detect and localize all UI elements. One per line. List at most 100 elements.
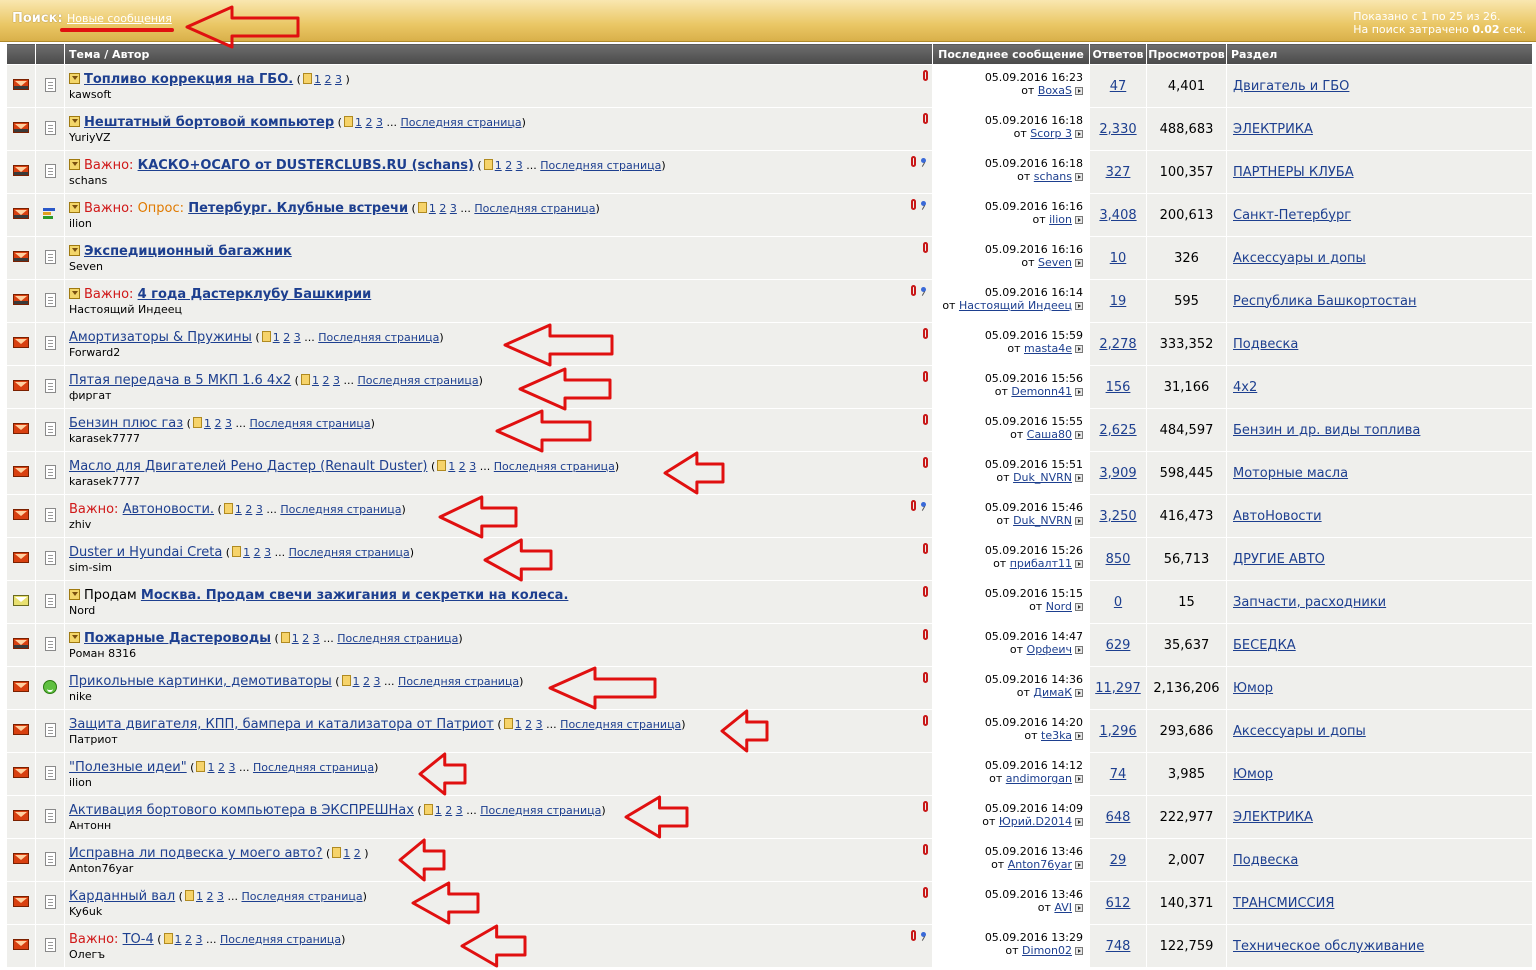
page-number-link[interactable]: 1 [435,804,442,817]
forum-link[interactable]: Техническое обслуживание [1233,939,1424,954]
topic-author[interactable]: karasek7777 [69,432,928,445]
last-poster-link[interactable]: Duk_NVRN [1013,471,1072,484]
topic-title-link[interactable]: ТО-4 [123,932,154,947]
topic-author[interactable]: Роман 8316 [69,647,928,660]
topic-title-link[interactable]: Амортизаторы & Пружины [69,330,252,345]
topic-author[interactable]: sim-sim [69,561,928,574]
replies-link[interactable]: 748 [1106,939,1131,954]
topic-title-link[interactable]: Пожарные Дастероводы [84,631,271,646]
subscribed-checkbox-icon[interactable] [69,116,80,127]
page-number-link[interactable]: 3 [469,460,476,473]
replies-link[interactable]: 1,296 [1099,724,1136,739]
last-page-link[interactable]: Последняя страница [280,503,401,516]
page-number-link[interactable]: 2 [445,804,452,817]
page-number-link[interactable]: 2 [354,847,361,860]
subscribed-checkbox-icon[interactable] [69,288,80,299]
page-number-link[interactable]: 2 [214,417,221,430]
page-number-link[interactable]: 1 [204,417,211,430]
page-number-link[interactable]: 3 [264,546,271,559]
go-to-last-post-icon[interactable] [1075,173,1083,181]
page-number-link[interactable]: 2 [218,761,225,774]
last-poster-link[interactable]: ДимаК [1033,686,1072,699]
page-number-link[interactable]: 2 [302,632,309,645]
replies-link[interactable]: 10 [1110,251,1127,266]
page-number-link[interactable]: 1 [312,374,319,387]
page-number-link[interactable]: 2 [322,374,329,387]
page-number-link[interactable]: 1 [175,933,182,946]
topic-title-link[interactable]: Топливо коррекция на ГБО. [84,72,293,87]
last-poster-link[interactable]: andimorgan [1006,772,1072,785]
page-number-link[interactable]: 2 [525,718,532,731]
page-number-link[interactable]: 1 [207,761,214,774]
last-poster-link[interactable]: BoxaS [1038,84,1072,97]
page-number-link[interactable]: 1 [273,331,280,344]
replies-link[interactable]: 74 [1110,767,1127,782]
replies-link[interactable]: 156 [1106,380,1131,395]
replies-link[interactable]: 2,278 [1099,337,1136,352]
forum-link[interactable]: ЭЛЕКТРИКА [1233,810,1313,825]
go-to-last-post-icon[interactable] [1075,431,1083,439]
last-poster-link[interactable]: te3ka [1041,729,1072,742]
go-to-last-post-icon[interactable] [1075,947,1083,955]
last-page-link[interactable]: Последняя страница [318,331,439,344]
replies-link[interactable]: 29 [1110,853,1127,868]
last-page-link[interactable]: Последняя страница [398,675,519,688]
go-to-last-post-icon[interactable] [1075,517,1083,525]
last-page-link[interactable]: Последняя страница [337,632,458,645]
page-number-link[interactable]: 3 [217,890,224,903]
last-poster-link[interactable]: ilion [1049,213,1072,226]
subscribed-checkbox-icon[interactable] [69,632,80,643]
topic-author[interactable]: YuriyVZ [69,131,928,144]
topic-title-link[interactable]: Исправна ли подвеска у моего авто? [69,846,323,861]
last-page-link[interactable]: Последняя страница [480,804,601,817]
page-number-link[interactable]: 3 [516,159,523,172]
last-poster-link[interactable]: AVI [1054,901,1072,914]
topic-title-link[interactable]: "Полезные идеи" [69,760,187,775]
go-to-last-post-icon[interactable] [1075,818,1083,826]
subscribed-checkbox-icon[interactable] [69,245,80,256]
forum-link[interactable]: Санкт-Петербург [1233,208,1351,223]
topic-title-link[interactable]: Петербург. Клубные встречи [188,201,408,216]
forum-link[interactable]: Юмор [1233,681,1273,696]
topic-title-link[interactable]: Активация бортового компьютера в ЭКСПРЕШ… [69,803,414,818]
forum-link[interactable]: Бензин и др. виды топлива [1233,423,1420,438]
topic-author[interactable]: ilion [69,776,928,789]
page-number-link[interactable]: 2 [206,890,213,903]
page-number-link[interactable]: 2 [439,202,446,215]
views-col-header[interactable]: Просмотров [1146,43,1227,65]
topic-title-link[interactable]: Нештатный бортовой компьютер [84,115,334,130]
go-to-last-post-icon[interactable] [1075,861,1083,869]
replies-link[interactable]: 11,297 [1095,681,1141,696]
topic-author[interactable]: Патриот [69,733,928,746]
replies-col-header[interactable]: Ответов [1089,43,1147,65]
last-page-link[interactable]: Последняя страница [249,417,370,430]
forum-link[interactable]: Аксессуары и допы [1233,724,1366,739]
replies-link[interactable]: 850 [1106,552,1131,567]
last-poster-link[interactable]: masta4e [1024,342,1072,355]
topic-author[interactable]: Ky6uk [69,905,928,918]
last-poster-link[interactable]: Орфеич [1027,643,1072,656]
last-poster-link[interactable]: Duk_NVRN [1013,514,1072,527]
replies-link[interactable]: 612 [1106,896,1131,911]
forum-link[interactable]: АвтоНовости [1233,509,1322,524]
go-to-last-post-icon[interactable] [1075,603,1083,611]
forum-link[interactable]: Подвеска [1233,337,1298,352]
page-number-link[interactable]: 1 [495,159,502,172]
topic-title-link[interactable]: Прикольные картинки, демотиваторы [69,674,332,689]
last-poster-link[interactable]: Dimon02 [1022,944,1072,957]
forum-link[interactable]: ТРАНСМИССИЯ [1233,896,1334,911]
forum-link[interactable]: Аксессуары и допы [1233,251,1366,266]
last-poster-link[interactable]: Саша80 [1027,428,1072,441]
last-poster-link[interactable]: Nord [1046,600,1072,613]
replies-link[interactable]: 629 [1106,638,1131,653]
forum-link[interactable]: 4x2 [1233,380,1257,395]
page-number-link[interactable]: 3 [294,331,301,344]
page-number-link[interactable]: 2 [254,546,261,559]
page-number-link[interactable]: 3 [313,632,320,645]
go-to-last-post-icon[interactable] [1075,474,1083,482]
page-number-link[interactable]: 3 [456,804,463,817]
last-poster-link[interactable]: прибалт11 [1010,557,1072,570]
go-to-last-post-icon[interactable] [1075,302,1083,310]
last-page-link[interactable]: Последняя страница [253,761,374,774]
last-page-link[interactable]: Последняя страница [220,933,341,946]
